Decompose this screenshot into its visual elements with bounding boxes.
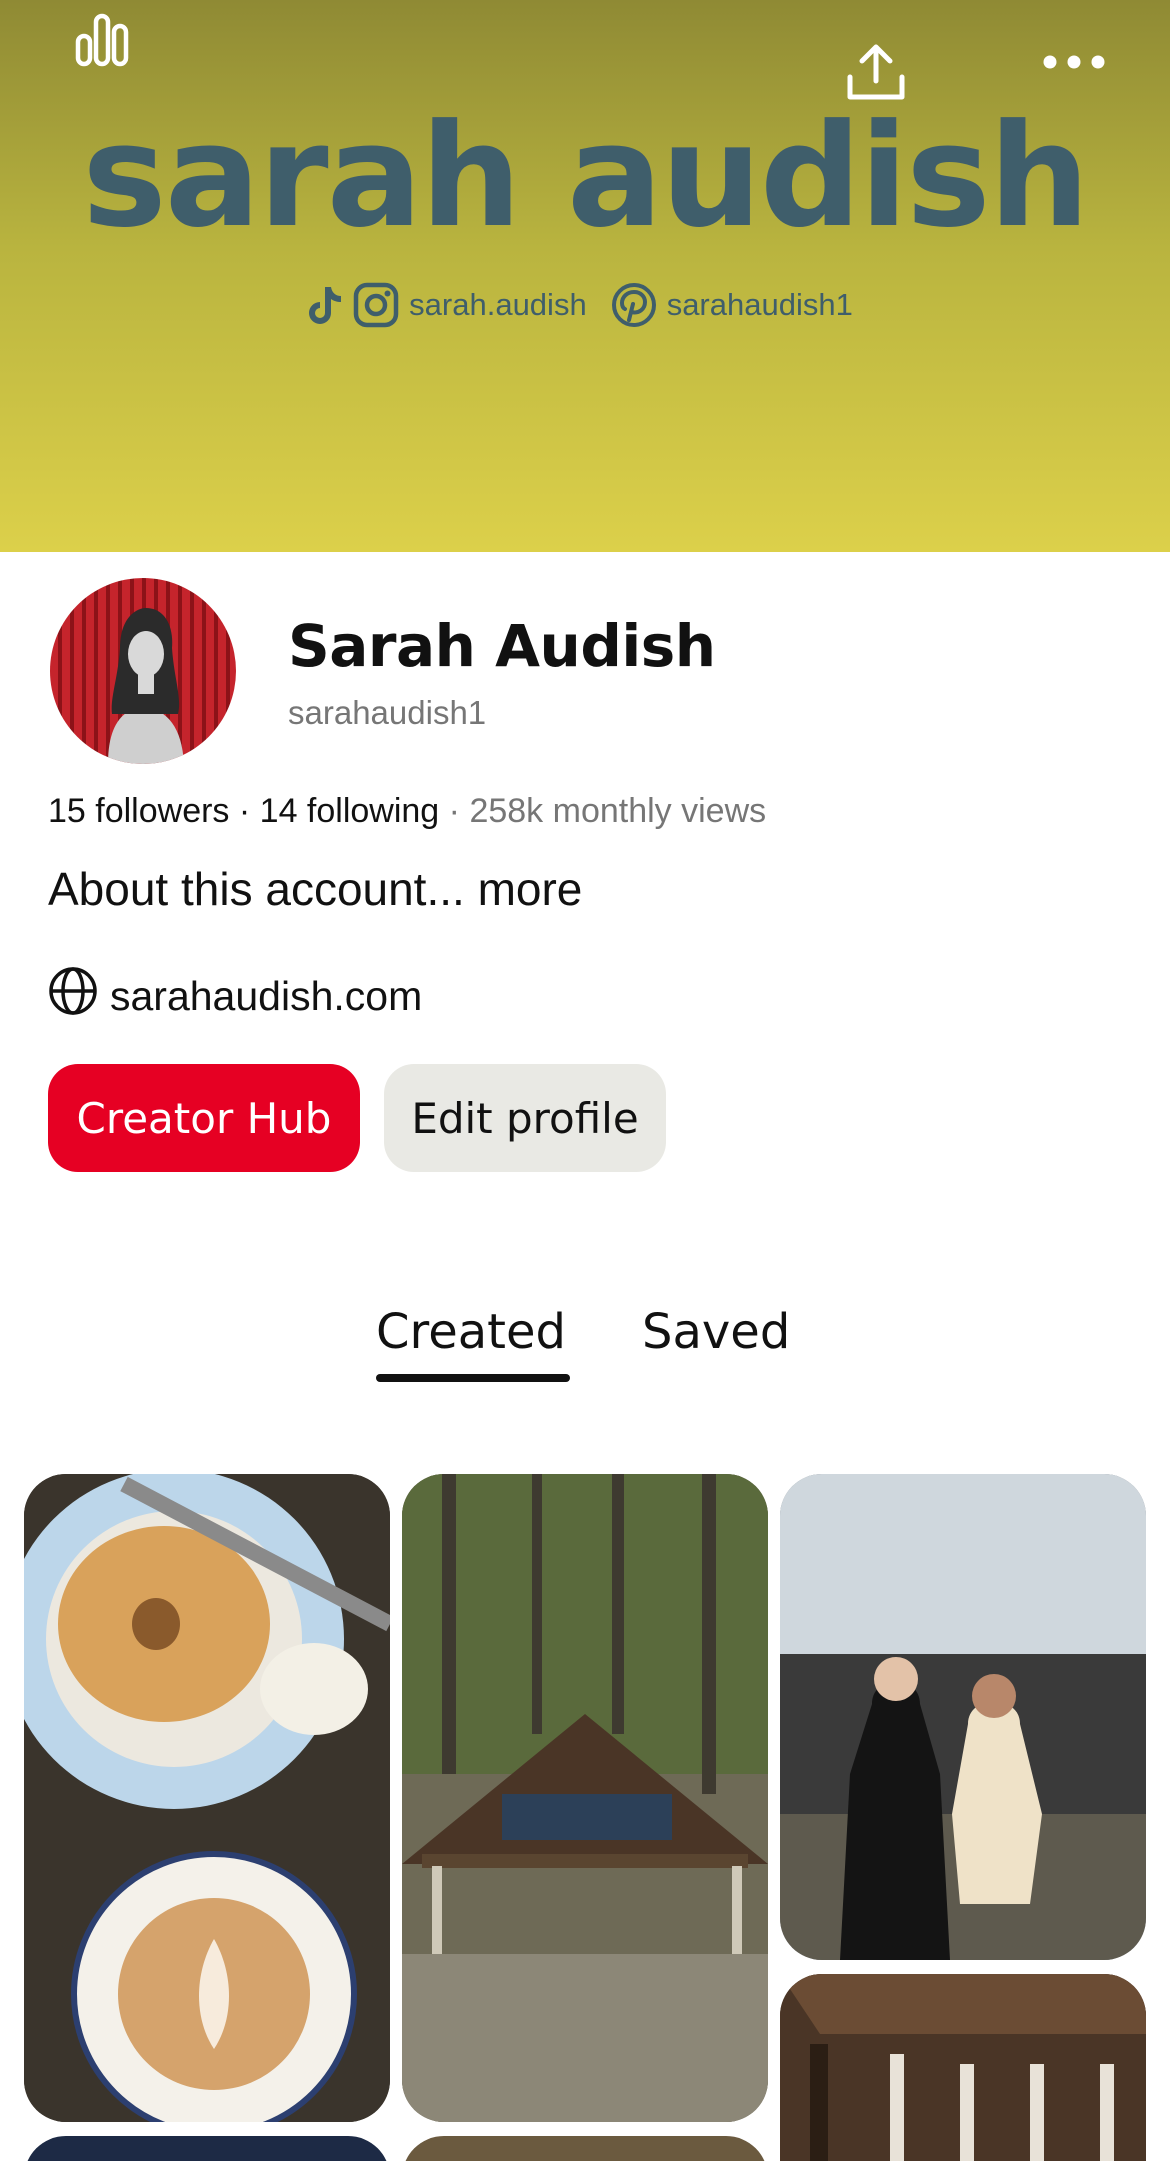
profile-name: Sarah Audish <box>288 612 716 680</box>
instagram-icon <box>353 282 399 328</box>
share-icon <box>844 41 908 108</box>
tab-created[interactable]: Created <box>376 1304 566 1360</box>
friends-event-photo[interactable] <box>780 1474 1146 1960</box>
pinterest-handle: sarahaudish1 <box>666 287 853 322</box>
globe-icon <box>48 966 98 1026</box>
instagram-handle: sarah.audish <box>409 287 587 322</box>
tab-saved[interactable]: Saved <box>642 1304 790 1360</box>
tiktok-icon <box>303 283 343 327</box>
more-options-icon <box>1042 54 1106 75</box>
share-button[interactable] <box>838 40 914 108</box>
forest-trail-shelter-photo[interactable] <box>402 1474 768 2122</box>
cover-title: sarah audish <box>82 94 1090 259</box>
separator: · <box>448 792 470 830</box>
avatar[interactable] <box>50 578 236 764</box>
following-link[interactable]: 14 following <box>260 792 440 830</box>
edit-profile-button[interactable]: Edit profile <box>384 1064 666 1172</box>
cover-social-links: sarah.audish sarahaudish1 <box>0 282 1170 328</box>
pin-photo[interactable] <box>402 2136 768 2161</box>
pin-photo[interactable] <box>24 2136 390 2161</box>
analytics-button[interactable] <box>66 12 138 72</box>
wooden-bridge-photo[interactable] <box>780 1974 1146 2161</box>
profile-cover: sarah audish sarah.audish sarahaudish1 <box>0 0 1170 552</box>
followers-link[interactable]: 15 followers <box>48 792 229 830</box>
profile-username: sarahaudish1 <box>288 694 487 731</box>
pinterest-icon <box>611 282 657 328</box>
website-url: sarahaudish.com <box>110 972 423 1019</box>
analytics-icon <box>72 12 132 73</box>
bagel-coffee-photo[interactable] <box>24 1474 390 2122</box>
more-options-button[interactable] <box>1022 44 1126 84</box>
profile-stats: 15 followers · 14 following · 258k month… <box>48 792 766 831</box>
website-link[interactable]: sarahaudish.com <box>48 966 422 1026</box>
creator-hub-button[interactable]: Creator Hub <box>48 1064 360 1172</box>
active-tab-indicator <box>376 1374 570 1382</box>
separator: · <box>238 792 260 830</box>
about-account-link[interactable]: About this account... more <box>48 862 582 916</box>
monthly-views: 258k monthly views <box>469 792 767 830</box>
